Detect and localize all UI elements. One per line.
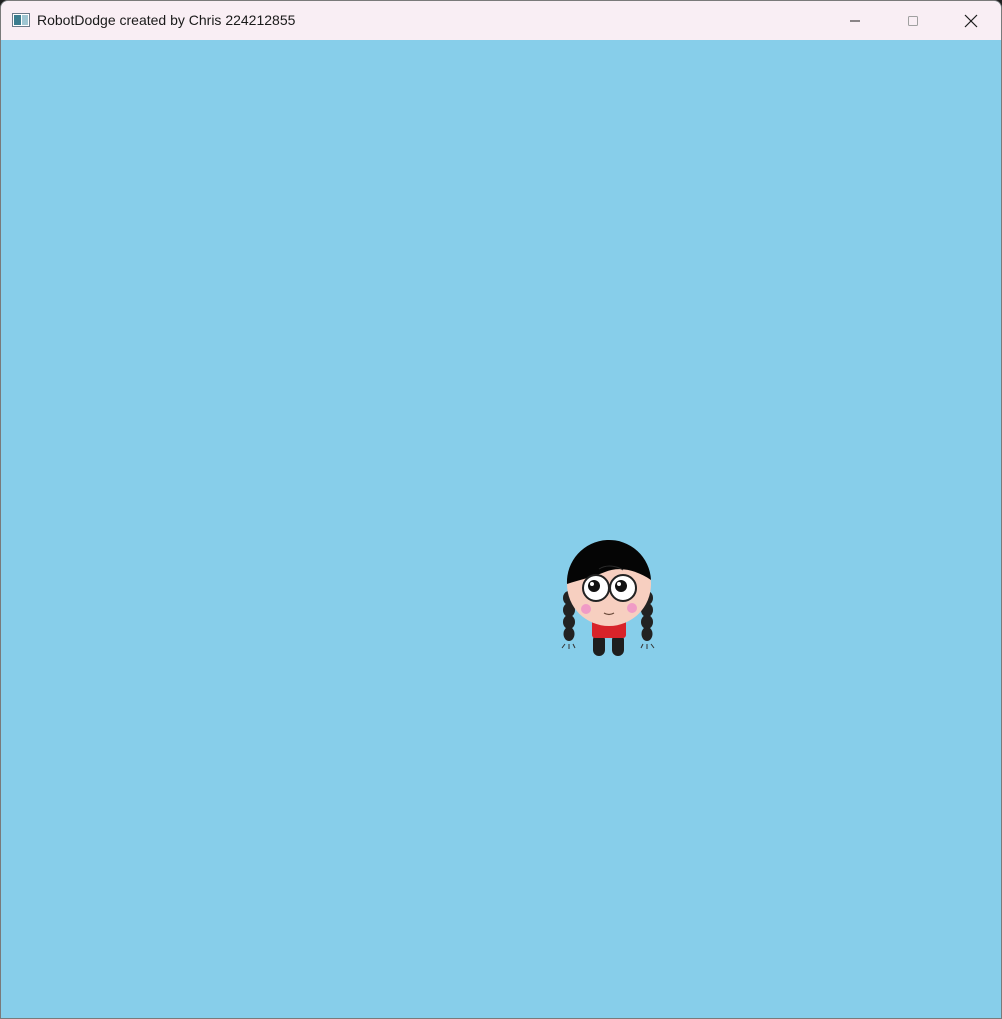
- game-window: RobotDodge created by Chris 224212855: [0, 0, 1002, 1019]
- window-title: RobotDodge created by Chris 224212855: [37, 12, 296, 28]
- player-girl-sprite: [559, 536, 659, 658]
- maximize-icon: [907, 15, 919, 27]
- minimize-button[interactable]: [826, 1, 884, 40]
- game-canvas[interactable]: [1, 41, 1001, 1018]
- close-icon: [964, 14, 978, 28]
- title-bar[interactable]: RobotDodge created by Chris 224212855: [1, 1, 1001, 40]
- maximize-button[interactable]: [884, 1, 942, 40]
- app-window-icon: [12, 13, 30, 27]
- close-button[interactable]: [942, 1, 1000, 40]
- minimize-icon: [849, 15, 861, 27]
